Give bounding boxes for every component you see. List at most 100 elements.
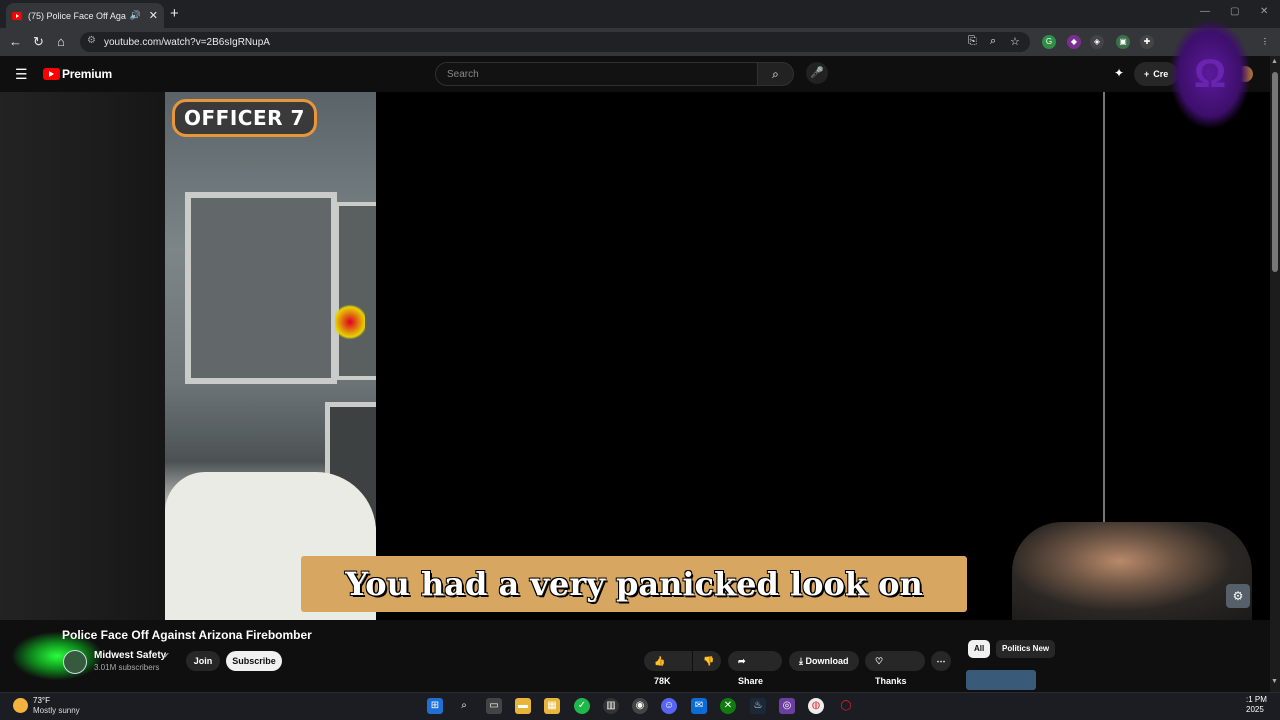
chip-politics[interactable]: Politics New — [996, 640, 1056, 658]
download-button[interactable]: ⤓ Download — [789, 651, 859, 671]
video-info: Police Face Off Against Arizona Firebomb… — [0, 620, 1270, 692]
officer-label: OFFICER 7 — [172, 99, 317, 137]
maximize-icon[interactable]: ▢ — [1230, 6, 1239, 17]
browser-tab-bar: (75) Police Face Off Against 🔊 ✕ + — ▢ ✕ — [0, 0, 1280, 28]
more-actions-button[interactable]: ⋯ — [931, 651, 951, 671]
like-count: 78K — [654, 676, 671, 686]
video-title: Police Face Off Against Arizona Firebomb… — [62, 628, 312, 642]
bodycam-footage: OFFICER 7 — [165, 92, 376, 620]
cabinet-window — [185, 192, 337, 384]
windows-taskbar: 73°F Mostly sunny ⊞ ⌕ ▭ ▬ ▦ ✓ ▥ ◉ ☺ ✉ ✕ … — [0, 692, 1280, 720]
search-icon: ⌕ — [772, 67, 779, 81]
clock-time[interactable]: :1 PM — [1246, 695, 1267, 704]
extension-badge-icon[interactable]: ▣ — [1116, 35, 1130, 49]
speaker-icon[interactable]: 🔊 — [130, 10, 141, 21]
weather-icon[interactable] — [13, 698, 28, 713]
scroll-up-icon[interactable]: ▲ — [1271, 58, 1278, 65]
youtube-play-icon — [43, 68, 60, 80]
clock-date[interactable]: 2025 — [1246, 705, 1264, 714]
file-explorer-icon[interactable]: ▬ — [515, 698, 531, 714]
thanks-label: Thanks — [875, 676, 907, 686]
outlook-icon[interactable]: ✉ — [691, 698, 707, 714]
search-button[interactable]: ⌕ — [758, 62, 794, 86]
address-bar[interactable]: ⚙ youtube.com/watch?v=2B6sIgRNupA ⎘ ⌕ ☆ — [80, 32, 1030, 52]
youtube-favicon-icon — [12, 11, 22, 20]
chrome-icon[interactable]: ◍ — [808, 698, 824, 714]
weather-description[interactable]: Mostly sunny — [33, 706, 80, 715]
browser-menu-icon[interactable]: ⋮ — [1258, 35, 1272, 49]
obs-icon[interactable]: ◉ — [632, 698, 648, 714]
divider-line — [1103, 92, 1105, 522]
streamer-webcam — [1012, 522, 1252, 620]
microphone-icon: 🎤 — [810, 67, 824, 79]
purple-watermark-logo: Ω — [1170, 20, 1250, 128]
hamburger-menu-icon[interactable]: ☰ — [15, 66, 28, 83]
tab-title: (75) Police Face Off Against — [28, 10, 126, 21]
thumbs-down-icon: 👎 — [703, 656, 715, 666]
home-icon[interactable]: ⌂ — [57, 34, 65, 49]
subscriber-count: 3.01M subscribers — [94, 663, 160, 672]
zoom-icon[interactable]: ⌕ — [990, 35, 996, 48]
new-tab-icon[interactable]: + — [170, 5, 179, 22]
discord-icon[interactable]: ☺ — [661, 698, 677, 714]
thanks-button[interactable]: ♡ Thanks — [865, 651, 925, 686]
verified-icon: ✔ — [163, 651, 170, 660]
search-input[interactable] — [445, 68, 749, 81]
dislike-button[interactable]: 👎 — [693, 651, 721, 671]
steam-icon[interactable]: ♨ — [750, 698, 766, 714]
stream-logo-icon: ⚙ — [1226, 584, 1250, 608]
channel-name[interactable]: Midwest Safety — [94, 650, 166, 661]
search-box[interactable] — [435, 62, 758, 86]
like-button[interactable]: 👍 78K — [644, 651, 692, 686]
start-icon[interactable]: ⊞ — [427, 698, 443, 714]
plus-icon: + — [1144, 69, 1150, 79]
recommended-thumbnail[interactable] — [966, 670, 1036, 690]
youtube-logo[interactable]: Premium — [43, 67, 112, 81]
opera-icon[interactable]: ◯ — [838, 698, 854, 714]
share-button[interactable]: ➦ Share — [728, 651, 782, 686]
youtube-header: ☰ Premium ⌕ 🎤 ✦ + Cre — [0, 56, 1280, 92]
video-left-blur — [0, 92, 165, 620]
reload-icon[interactable]: ↻ — [33, 34, 44, 50]
thumbs-up-icon: 👍 — [654, 656, 666, 666]
back-icon[interactable]: ← — [9, 34, 22, 49]
site-info-icon[interactable]: ⚙ — [87, 35, 96, 46]
cabinet-side — [335, 202, 376, 380]
download-icon: ⤓ — [799, 656, 803, 666]
subscribe-button[interactable]: Subscribe — [226, 651, 282, 671]
thanks-icon: ♡ — [875, 656, 884, 666]
youtube-brand-text: Premium — [62, 67, 112, 81]
app-purple-icon[interactable]: ◎ — [779, 698, 795, 714]
weather-temperature[interactable]: 73°F — [33, 696, 50, 705]
xbox-icon[interactable]: ✕ — [720, 698, 736, 714]
create-label: Cre — [1153, 69, 1169, 79]
browser-toolbar: ← ↻ ⌂ ⚙ youtube.com/watch?v=2B6sIgRNupA … — [0, 28, 1280, 56]
video-player[interactable]: OFFICER 7 ⚙ You had a very panicked look… — [0, 92, 1270, 659]
share-icon: ➦ — [738, 656, 746, 666]
channel-avatar[interactable] — [63, 650, 87, 674]
minimize-icon[interactable]: — — [1200, 6, 1210, 17]
bookmark-star-icon[interactable]: ☆ — [1010, 35, 1020, 48]
extension-diamond-icon[interactable]: ◈ — [1090, 35, 1104, 49]
share-label: Share — [738, 676, 764, 686]
app-green-icon[interactable]: ✓ — [574, 698, 590, 714]
install-icon[interactable]: ⎘ — [968, 35, 977, 48]
window-close-icon[interactable]: ✕ — [1260, 6, 1268, 17]
voice-search-button[interactable]: 🎤 — [806, 62, 828, 84]
scroll-down-icon[interactable]: ▼ — [1271, 678, 1278, 685]
extensions-puzzle-icon[interactable]: ✚ — [1140, 35, 1154, 49]
close-tab-icon[interactable]: ✕ — [149, 9, 158, 22]
join-button[interactable]: Join — [186, 651, 220, 671]
taskbar-search-icon[interactable]: ⌕ — [456, 698, 472, 714]
extension-purple-icon[interactable]: ◆ — [1067, 35, 1081, 49]
notification-icon[interactable]: ✦ — [1114, 66, 1124, 80]
extension-g-icon[interactable]: G — [1042, 35, 1056, 49]
scroll-thumb[interactable] — [1272, 72, 1278, 272]
browser-tab[interactable]: (75) Police Face Off Against 🔊 ✕ — [6, 3, 164, 28]
page-scrollbar[interactable]: ▲ ▼ — [1270, 56, 1280, 692]
app-bars-icon[interactable]: ▥ — [603, 698, 619, 714]
task-view-icon[interactable]: ▭ — [486, 698, 502, 714]
decoration — [335, 302, 365, 342]
store-icon[interactable]: ▦ — [544, 698, 560, 714]
chip-all[interactable]: All — [968, 640, 991, 658]
